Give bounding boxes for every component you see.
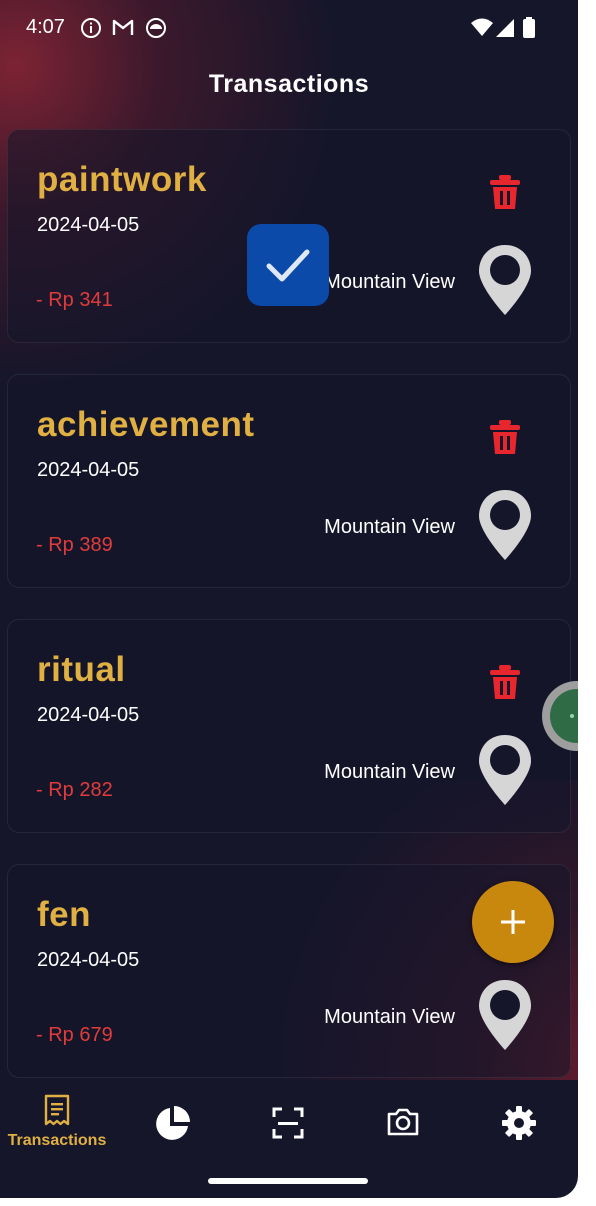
transaction-card[interactable]: ritual 2024-04-05 - Rp 282 Mountain View	[7, 619, 571, 833]
plus-icon	[501, 910, 525, 934]
transaction-amount: - Rp 389	[36, 534, 113, 556]
gesture-home-indicator[interactable]	[208, 1178, 368, 1184]
delete-trash-icon[interactable]	[489, 665, 521, 701]
location-pin-icon[interactable]	[476, 733, 534, 807]
pie-chart-icon	[156, 1106, 190, 1140]
gear-icon	[502, 1106, 536, 1140]
transaction-location: Mountain View	[324, 761, 455, 783]
chat-bubble-icon	[550, 689, 578, 743]
location-pin-icon[interactable]	[476, 243, 534, 317]
add-transaction-button[interactable]	[472, 881, 554, 963]
checkmark-icon	[266, 249, 310, 282]
status-bar: 4:07	[0, 0, 578, 48]
app-screen: 4:07 Transactions paintwork 2024-04-05 -…	[0, 0, 578, 1198]
receipt-icon	[44, 1094, 70, 1126]
nav-tab-scan[interactable]	[230, 1080, 346, 1164]
transaction-card[interactable]: achievement 2024-04-05 - Rp 389 Mountain…	[7, 374, 571, 588]
camera-icon	[387, 1108, 419, 1136]
transaction-amount: - Rp 282	[36, 779, 113, 801]
location-pin-icon[interactable]	[476, 978, 534, 1052]
transaction-date: 2024-04-05	[37, 214, 140, 236]
gmail-icon	[112, 19, 134, 35]
nav-tab-camera[interactable]	[346, 1080, 462, 1164]
selected-checkbox[interactable]	[247, 224, 329, 306]
transaction-amount: - Rp 679	[36, 1024, 113, 1046]
transaction-date: 2024-04-05	[37, 949, 140, 971]
delete-trash-icon[interactable]	[489, 420, 521, 456]
transaction-location: Mountain View	[324, 1006, 455, 1028]
transaction-name: achievement	[37, 405, 255, 444]
transaction-name: fen	[37, 895, 91, 934]
nav-tab-settings[interactable]	[462, 1080, 578, 1164]
location-pin-icon[interactable]	[476, 488, 534, 562]
transaction-date: 2024-04-05	[37, 704, 140, 726]
wifi-icon	[471, 18, 493, 36]
nav-tab-transactions[interactable]: Transactions	[0, 1080, 114, 1164]
transaction-date: 2024-04-05	[37, 459, 140, 481]
transaction-name: ritual	[37, 650, 126, 689]
delete-trash-icon[interactable]	[489, 175, 521, 211]
bottom-navigation: Transactions	[0, 1080, 578, 1164]
transaction-location: Mountain View	[324, 516, 455, 538]
page-title: Transactions	[208, 70, 370, 98]
android-debug-icon	[146, 18, 166, 38]
status-time: 4:07	[26, 16, 65, 38]
scan-frame-icon	[272, 1107, 304, 1139]
transaction-location: Mountain View	[324, 271, 455, 293]
info-icon	[81, 18, 101, 38]
nav-tab-statistics[interactable]	[114, 1080, 230, 1164]
battery-icon	[523, 17, 535, 38]
transaction-name: paintwork	[37, 160, 207, 199]
cell-signal-icon	[496, 19, 514, 37]
nav-label-transactions: Transactions	[7, 1132, 107, 1149]
transaction-amount: - Rp 341	[36, 289, 113, 311]
